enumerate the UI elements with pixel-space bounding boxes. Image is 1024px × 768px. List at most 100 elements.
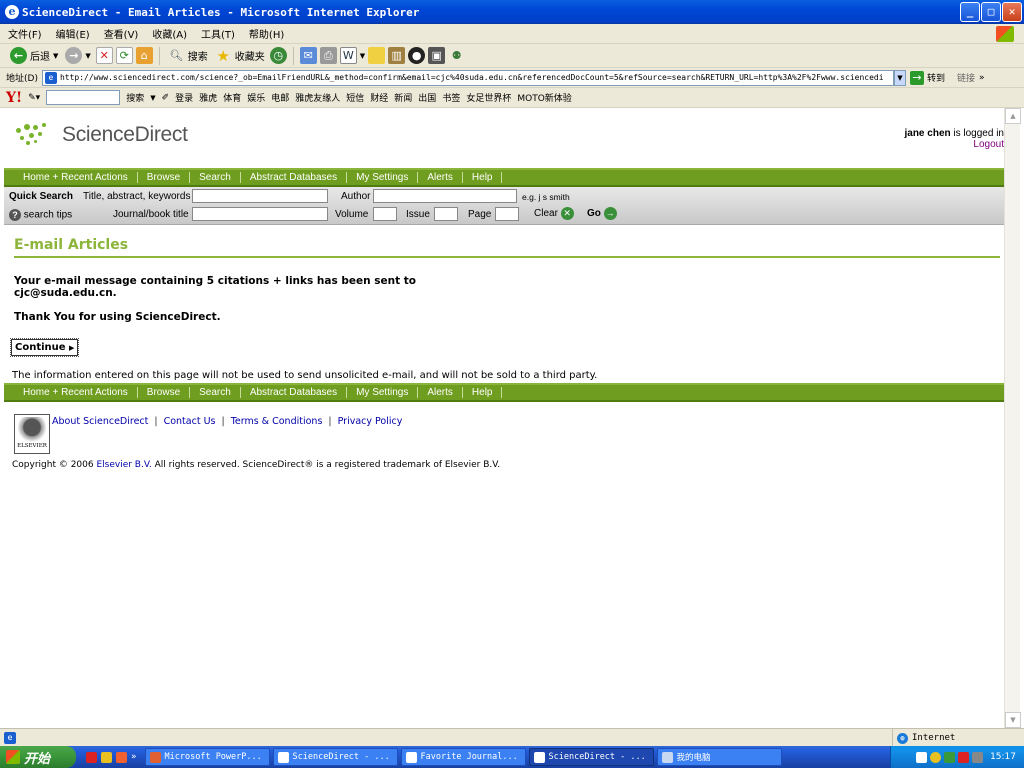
start-button[interactable]: 开始 <box>0 746 76 768</box>
terms-link[interactable]: Terms & Conditions <box>231 416 323 427</box>
tray-qq-icon[interactable] <box>930 751 942 763</box>
go-arrow-icon[interactable]: → <box>909 70 924 85</box>
window-titlebar[interactable]: e ScienceDirect - Email Articles - Micro… <box>0 0 1024 24</box>
yahoo-item-ent[interactable]: 娱乐 <box>247 91 265 104</box>
refresh-icon[interactable]: ⟳ <box>115 47 133 64</box>
quicklaunch-qq-icon[interactable] <box>101 751 112 763</box>
page-input[interactable] <box>495 207 519 221</box>
stop-icon[interactable]: ✕ <box>95 47 113 64</box>
note-icon[interactable] <box>368 47 386 64</box>
task-sciencedirect-1[interactable]: ScienceDirect - ... <box>272 748 398 766</box>
vertical-scrollbar[interactable]: ▲ ▼ <box>1004 108 1021 728</box>
qq-icon[interactable]: ● <box>408 47 426 64</box>
yahoo-item-finance[interactable]: 财经 <box>370 91 388 104</box>
scroll-down-icon[interactable]: ▼ <box>1005 712 1021 728</box>
yahoo-item-friends[interactable]: 雅虎友缘人 <box>295 91 340 104</box>
yahoo-item-sports[interactable]: 体育 <box>223 91 241 104</box>
nav-my-settings-bottom[interactable]: My Settings <box>347 387 419 398</box>
sciencedirect-logo[interactable]: ScienceDirect <box>14 122 188 148</box>
yahoo-login[interactable]: 登录 <box>175 91 193 104</box>
nav-search[interactable]: Search <box>190 172 241 183</box>
nav-browse-bottom[interactable]: Browse <box>138 387 191 398</box>
nav-abstract-databases-bottom[interactable]: Abstract Databases <box>241 387 348 398</box>
research-icon[interactable]: ▥ <box>388 47 406 64</box>
task-my-computer[interactable]: 我的电脑 <box>656 748 782 766</box>
pencil-icon[interactable]: ✎▾ <box>28 93 40 103</box>
nav-home-bottom[interactable]: Home + Recent Actions <box>14 387 138 398</box>
volume-input[interactable] <box>373 207 397 221</box>
yahoo-item-bookmarks[interactable]: 书签 <box>442 91 460 104</box>
nav-home[interactable]: Home + Recent Actions <box>14 172 138 183</box>
continue-button[interactable]: Continue ▶ <box>9 338 80 357</box>
task-powerpoint[interactable]: Microsoft PowerP... <box>144 748 270 766</box>
privacy-link[interactable]: Privacy Policy <box>338 416 403 427</box>
menu-favorites[interactable]: 收藏(A) <box>146 26 193 41</box>
go-button[interactable]: 转到 <box>927 71 945 84</box>
yahoo-item-yahoo[interactable]: 雅虎 <box>199 91 217 104</box>
back-button[interactable]: ← 后退 ▼ <box>8 47 60 64</box>
tray-security-icon[interactable] <box>958 751 970 763</box>
tray-volume-icon[interactable] <box>972 751 984 763</box>
menu-tools[interactable]: 工具(T) <box>195 26 241 41</box>
mail-icon[interactable]: ✉ <box>299 47 317 64</box>
menu-help[interactable]: 帮助(H) <box>243 26 290 41</box>
yahoo-search-input[interactable] <box>46 90 121 105</box>
issue-input[interactable] <box>434 207 458 221</box>
close-button[interactable]: ✕ <box>1002 2 1022 22</box>
edit-icon[interactable]: W <box>339 47 357 64</box>
yahoo-item-abroad[interactable]: 出国 <box>418 91 436 104</box>
yahoo-item-worldcup[interactable]: 女足世界杯 <box>466 91 511 104</box>
go-search-button[interactable]: Go → <box>587 207 617 220</box>
task-sciencedirect-2[interactable]: ScienceDirect - ... <box>528 748 654 766</box>
nav-help-bottom[interactable]: Help <box>463 387 503 398</box>
yahoo-logo-icon[interactable]: Y! <box>6 90 22 106</box>
history-icon[interactable]: ◷ <box>269 47 287 64</box>
elsevier-link[interactable]: Elsevier B.V. <box>96 460 151 470</box>
contact-link[interactable]: Contact Us <box>164 416 216 427</box>
minimize-button[interactable]: _ <box>960 2 980 22</box>
tray-net-icon[interactable] <box>944 751 956 763</box>
task-favorite-journal[interactable]: Favorite Journal... <box>400 748 526 766</box>
yahoo-item-sms[interactable]: 短信 <box>346 91 364 104</box>
scroll-up-icon[interactable]: ▲ <box>1005 108 1021 124</box>
forward-button[interactable]: → ▼ <box>63 47 92 64</box>
yahoo-search-button[interactable]: 搜索 <box>126 91 144 104</box>
people-icon[interactable]: ⚉ <box>448 47 465 64</box>
nav-help[interactable]: Help <box>463 172 503 183</box>
clear-button[interactable]: Clear ✕ <box>534 207 574 220</box>
home-icon[interactable]: ⌂ <box>135 47 153 64</box>
nav-alerts[interactable]: Alerts <box>418 172 463 183</box>
yahoo-item-moto[interactable]: MOTO新体验 <box>517 91 571 104</box>
search-button[interactable]: 🔍︎ 搜索 <box>166 47 210 64</box>
address-input[interactable]: e http://www.sciencedirect.com/science?_… <box>41 69 894 86</box>
highlighter-icon[interactable]: ✐ <box>162 93 170 103</box>
nav-browse[interactable]: Browse <box>138 172 191 183</box>
yahoo-item-news[interactable]: 新闻 <box>394 91 412 104</box>
title-keywords-input[interactable] <box>192 189 328 203</box>
messenger-icon[interactable]: ▣ <box>428 47 446 64</box>
nav-abstract-databases[interactable]: Abstract Databases <box>241 172 348 183</box>
search-tips-link[interactable]: ? search tips <box>9 209 72 221</box>
about-link[interactable]: About ScienceDirect <box>52 416 148 427</box>
logout-link[interactable]: Logout <box>973 139 1004 150</box>
print-icon[interactable]: ⎙ <box>319 47 337 64</box>
nav-alerts-bottom[interactable]: Alerts <box>418 387 463 398</box>
menu-view[interactable]: 查看(V) <box>98 26 145 41</box>
issue-label: Issue <box>406 209 430 220</box>
tray-ime-icon[interactable] <box>916 751 928 763</box>
yahoo-item-mail[interactable]: 电邮 <box>271 91 289 104</box>
quicklaunch-acrobat-icon[interactable] <box>116 751 127 763</box>
address-dropdown-icon[interactable]: ▼ <box>893 69 906 86</box>
favorites-button[interactable]: ★ 收藏夹 <box>213 47 267 65</box>
journal-title-input[interactable] <box>192 207 328 221</box>
nav-my-settings[interactable]: My Settings <box>347 172 419 183</box>
author-input[interactable] <box>373 189 517 203</box>
menu-file[interactable]: 文件(F) <box>2 26 48 41</box>
maximize-button[interactable]: □ <box>981 2 1001 22</box>
links-button[interactable]: 链接 <box>957 71 975 84</box>
quicklaunch-app-icon[interactable] <box>86 751 97 763</box>
elsevier-logo[interactable]: ELSEVIER <box>14 414 50 454</box>
menu-edit[interactable]: 编辑(E) <box>50 26 96 41</box>
windows-logo-icon <box>996 26 1014 42</box>
nav-search-bottom[interactable]: Search <box>190 387 241 398</box>
